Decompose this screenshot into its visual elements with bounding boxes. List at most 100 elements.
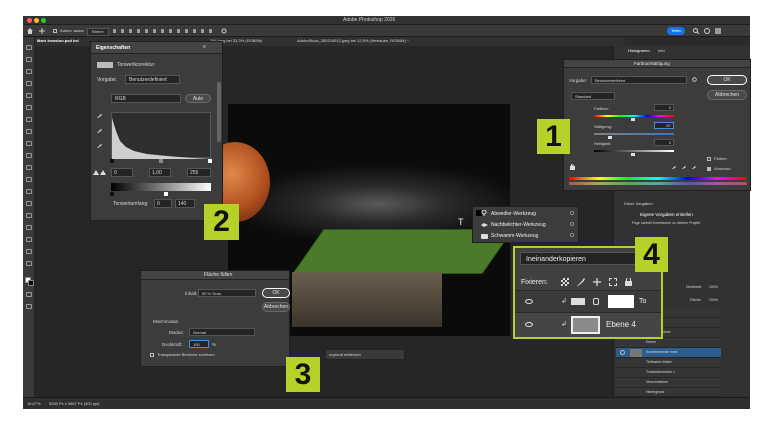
layer-row-ebene-4[interactable]: ↲ Ebene 4 <box>515 312 661 337</box>
hs-hue-track[interactable] <box>594 115 674 117</box>
clone-stamp-tool-icon[interactable] <box>26 141 32 146</box>
quick-select-tool-icon[interactable] <box>26 81 32 86</box>
gradient-tool-icon[interactable] <box>26 177 32 182</box>
marquee-tool-icon[interactable] <box>26 57 32 62</box>
hs-eyedropper-plus-icon[interactable] <box>682 164 687 169</box>
layer-row[interactable]: Verschmelzen <box>616 378 721 388</box>
home-icon[interactable] <box>27 28 33 34</box>
flyout-item-sponge[interactable]: Schwamm-Werkzeug <box>491 234 538 239</box>
hs-channel-dropdown[interactable]: Standard <box>571 92 615 100</box>
input-gamma-slider[interactable] <box>159 159 163 163</box>
maximize-window-button[interactable] <box>41 18 46 23</box>
hs-preset-dropdown[interactable]: Benutzerdefiniert <box>591 76 687 84</box>
input-black-slider[interactable] <box>110 159 114 163</box>
minimize-window-button[interactable] <box>34 18 39 23</box>
help-icon[interactable] <box>704 28 710 34</box>
black-point-eyedropper-icon[interactable] <box>97 112 103 118</box>
visibility-eye-icon[interactable] <box>525 322 533 327</box>
screen-mode-icon[interactable] <box>26 304 32 309</box>
properties-scrollbar[interactable] <box>217 82 221 142</box>
align-buttons-group[interactable] <box>113 29 213 33</box>
channel-dropdown[interactable]: RGB <box>111 94 181 103</box>
layer-row[interactable]: Ebene <box>616 338 721 348</box>
history-brush-tool-icon[interactable] <box>26 153 32 158</box>
hand-tool-icon[interactable] <box>26 249 32 254</box>
visibility-eye-icon[interactable] <box>620 350 625 355</box>
opacity-value[interactable]: 100% <box>709 285 718 290</box>
hs-lightness-track[interactable] <box>594 150 674 152</box>
input-white-field[interactable]: 255 <box>187 168 211 177</box>
fill-cancel-button[interactable]: Abbrechen <box>262 302 290 312</box>
quick-mask-icon[interactable] <box>26 292 32 297</box>
input-white-slider[interactable] <box>208 159 212 163</box>
eyedropper-tool-icon[interactable] <box>26 105 32 110</box>
flyout-item-dodge[interactable]: Abwedler-Werkzeug <box>491 212 536 217</box>
tab-info[interactable]: Info <box>658 49 665 53</box>
hs-saturation-field[interactable]: -57 <box>654 122 674 129</box>
lock-image-pixels-icon[interactable] <box>577 278 585 286</box>
hs-hue-field[interactable]: 0 <box>654 104 674 111</box>
preset-dropdown[interactable]: Benutzerdefiniert <box>125 75 180 84</box>
pen-tool-icon[interactable] <box>26 201 32 206</box>
presets-create-label[interactable]: Eigene Vorgaben erstellen <box>640 212 693 218</box>
path-select-tool-icon[interactable] <box>26 225 32 230</box>
output-black-field[interactable]: 0 <box>154 199 172 208</box>
document-info[interactable]: 5000 Px x 3667 Px (300 ppi) <box>49 402 99 406</box>
layer-row[interactable]: Hintergrund <box>616 388 721 397</box>
hs-preview-checkbox[interactable] <box>707 167 711 171</box>
hs-lightness-slider[interactable] <box>631 153 635 156</box>
lock-transparent-pixels-icon[interactable] <box>561 278 569 286</box>
hs-saturation-slider[interactable] <box>608 136 612 139</box>
layer-row-levels[interactable]: ↲ To <box>515 290 661 312</box>
hs-eyedropper-minus-icon[interactable] <box>692 164 697 169</box>
layer-row-selected[interactable]: Schwimmende Insel <box>616 348 721 358</box>
lock-all-icon[interactable] <box>625 278 632 286</box>
lock-position-icon[interactable] <box>593 278 601 286</box>
fill-preserve-transparency-checkbox[interactable] <box>150 353 154 357</box>
auto-button[interactable]: Auto <box>185 94 211 103</box>
hs-lightness-field[interactable]: 0 <box>654 139 674 146</box>
auto-select-dropdown[interactable]: Ebene <box>87 28 109 36</box>
eraser-tool-icon[interactable] <box>26 165 32 170</box>
output-white-field[interactable]: 140 <box>175 199 195 208</box>
share-button[interactable]: Teilen <box>667 27 686 35</box>
input-gamma-field[interactable]: 1,00 <box>149 168 171 177</box>
layer-row[interactable]: Tonwertkorrektur 1 <box>616 368 721 378</box>
hs-options-gear-icon[interactable] <box>692 77 697 82</box>
layer-row[interactable]: Tiefewerk hinten <box>616 358 721 368</box>
remove-background-button[interactable]: ergrund entfernen <box>329 353 361 357</box>
lasso-tool-icon[interactable] <box>26 69 32 74</box>
hs-ok-button[interactable]: OK <box>707 75 747 85</box>
type-tool-icon[interactable]: T <box>458 218 464 227</box>
fill-value[interactable]: 100% <box>709 298 718 303</box>
visibility-eye-icon[interactable] <box>525 299 533 304</box>
dodge-tool-icon[interactable] <box>26 189 32 194</box>
move-tool-icon[interactable] <box>26 45 32 50</box>
fill-content-dropdown[interactable]: 50 % Grau <box>198 289 256 297</box>
hs-saturation-track[interactable] <box>594 133 674 135</box>
zoom-tool-icon[interactable] <box>26 261 32 266</box>
input-black-field[interactable]: 0 <box>111 168 133 177</box>
fill-opacity-field[interactable]: 100 <box>189 340 209 348</box>
brush-tool-icon[interactable] <box>26 129 32 134</box>
hs-colorize-checkbox[interactable] <box>707 157 711 161</box>
workspace-icon[interactable] <box>715 28 721 34</box>
move-tool-icon[interactable] <box>39 28 45 34</box>
clipping-warning-icon[interactable] <box>93 170 107 175</box>
shape-tool-icon[interactable] <box>26 237 32 242</box>
hs-cancel-button[interactable]: Abbrechen <box>707 90 747 100</box>
gear-icon[interactable] <box>221 28 227 34</box>
white-point-eyedropper-icon[interactable] <box>97 142 103 148</box>
collapse-chevron-icon[interactable]: » <box>203 45 206 50</box>
hs-hue-slider[interactable] <box>631 118 635 121</box>
background-color-swatch[interactable] <box>28 280 34 286</box>
tab-mars-invasion[interactable]: Mars invasion.psd bei <box>37 39 79 43</box>
flyout-item-burn[interactable]: Nachbelichter-Werkzeug <box>491 223 546 228</box>
crop-tool-icon[interactable] <box>26 93 32 98</box>
output-white-slider[interactable] <box>164 192 168 196</box>
gray-point-eyedropper-icon[interactable] <box>97 127 103 133</box>
lock-artboard-icon[interactable] <box>609 278 617 286</box>
auto-select-checkbox[interactable] <box>53 29 57 33</box>
tab-histogram[interactable]: Histogramm <box>628 49 650 53</box>
healing-brush-tool-icon[interactable] <box>26 117 32 122</box>
